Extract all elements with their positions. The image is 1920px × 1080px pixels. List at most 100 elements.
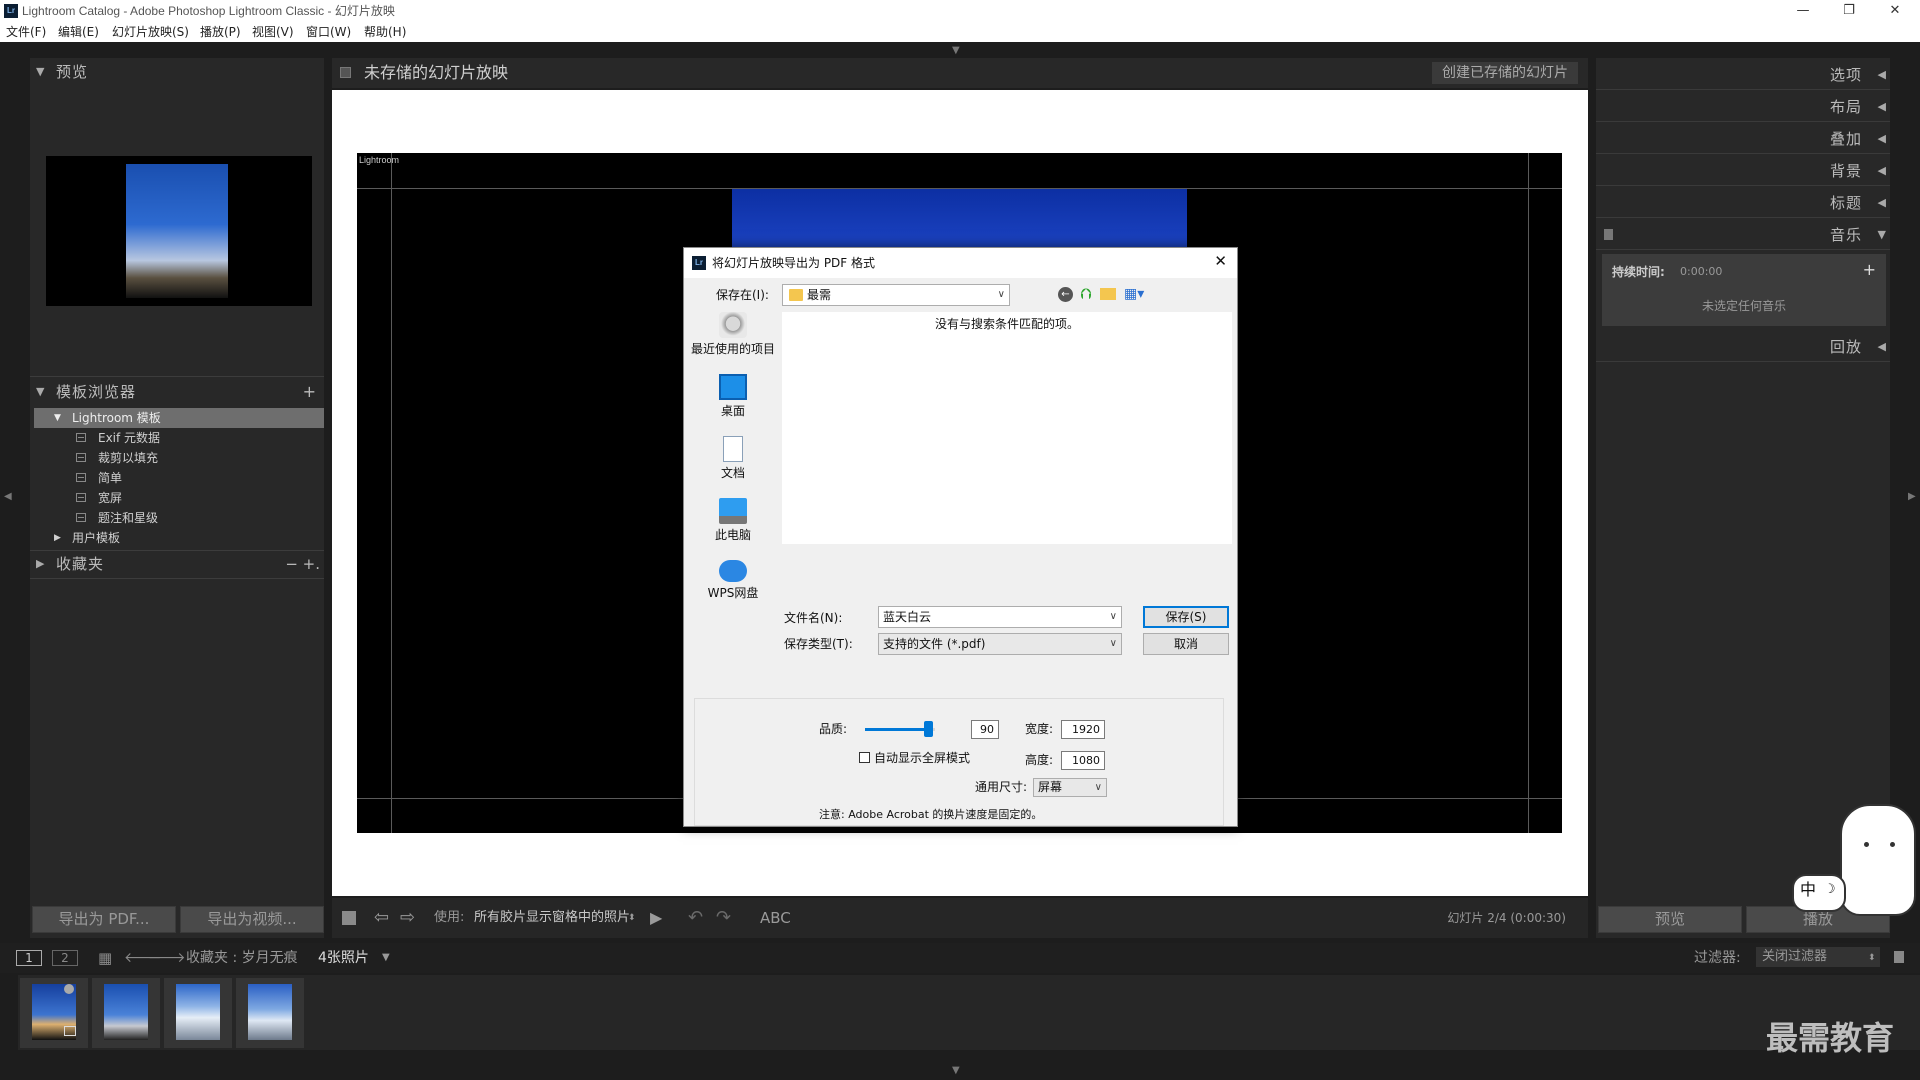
width-input[interactable]: 1920: [1061, 720, 1105, 739]
place-desktop[interactable]: 桌面: [690, 374, 776, 418]
template-folder-user[interactable]: ▶ 用户模板: [34, 528, 324, 548]
add-music-button[interactable]: +: [1863, 260, 1876, 280]
filter-dropdown-icon[interactable]: ⬍: [1868, 949, 1876, 967]
collapse-triangle-icon: ◀: [1877, 132, 1886, 145]
collapse-triangle-icon: ◀: [1877, 68, 1886, 81]
place-wps-cloud[interactable]: WPS网盘: [690, 560, 776, 600]
template-item-simple[interactable]: 简单: [34, 468, 324, 488]
top-panel-toggle-icon[interactable]: ▼: [952, 46, 960, 56]
filmstrip-thumbnail[interactable]: [92, 978, 160, 1048]
close-button[interactable]: ✕: [1872, 0, 1918, 22]
add-collection-button[interactable]: +.: [303, 552, 320, 576]
template-item-caption-rating[interactable]: 题注和星级: [34, 508, 324, 528]
add-template-button[interactable]: +: [303, 380, 316, 404]
template-item-crop-to-fill[interactable]: 裁剪以填充: [34, 448, 324, 468]
menu-play[interactable]: 播放(P): [200, 24, 241, 40]
filmstrip-thumbnail[interactable]: [164, 978, 232, 1048]
back-icon[interactable]: ←: [1058, 287, 1073, 302]
save-in-select[interactable]: 最需 ∨: [782, 284, 1010, 306]
right-panel-toggle-icon[interactable]: ▶: [1908, 492, 1916, 502]
menu-help[interactable]: 帮助(H): [364, 24, 406, 40]
view-menu-icon[interactable]: ▦▾: [1124, 286, 1144, 302]
section-music[interactable]: 音乐 ▼: [1596, 220, 1890, 250]
place-documents[interactable]: 文档: [690, 436, 776, 480]
collections-header[interactable]: ▶ 收藏夹 − +.: [30, 552, 324, 576]
filmstrip-thumbnail[interactable]: [236, 978, 304, 1048]
source-dropdown-icon[interactable]: ▼: [382, 949, 390, 967]
stop-icon[interactable]: [342, 911, 356, 925]
save-button[interactable]: 保存(S): [1143, 606, 1229, 628]
section-titles[interactable]: 标题 ◀: [1596, 188, 1890, 218]
collapse-triangle-icon: ◀: [1877, 340, 1886, 353]
export-video-button[interactable]: 导出为视频...: [180, 906, 324, 933]
previous-slide-icon[interactable]: ⇦: [374, 898, 389, 938]
section-options[interactable]: 选项 ◀: [1596, 60, 1890, 90]
filename-input[interactable]: 蓝天白云 ∨: [878, 606, 1122, 628]
fullscreen-checkbox[interactable]: [859, 752, 870, 763]
recent-items-icon: [719, 312, 747, 338]
dialog-close-button[interactable]: ✕: [1214, 253, 1227, 269]
height-input[interactable]: 1080: [1061, 751, 1105, 770]
photo-count[interactable]: 4张照片: [318, 949, 369, 967]
menu-window[interactable]: 窗口(W): [306, 24, 351, 40]
use-source-select[interactable]: 所有胶片显示窗格中的照片: [474, 898, 630, 938]
menu-file[interactable]: 文件(F): [6, 24, 46, 40]
second-window-button[interactable]: 2: [52, 950, 78, 966]
quality-input[interactable]: 90: [971, 720, 999, 739]
restore-button[interactable]: ❐: [1826, 0, 1872, 22]
preview-button[interactable]: 预览: [1598, 906, 1742, 933]
remove-collection-button[interactable]: −: [285, 552, 298, 576]
export-pdf-button[interactable]: 导出为 PDF...: [32, 906, 176, 933]
section-overlays[interactable]: 叠加 ◀: [1596, 124, 1890, 154]
grid-view-icon[interactable]: ▦: [98, 949, 112, 967]
next-slide-icon[interactable]: ⇨: [400, 898, 415, 938]
place-recent[interactable]: 最近使用的项目: [690, 312, 776, 356]
filmstrip-thumbnail[interactable]: [20, 978, 88, 1048]
menu-edit[interactable]: 编辑(E): [58, 24, 99, 40]
add-text-button[interactable]: ABC: [760, 898, 791, 938]
template-browser-header[interactable]: ▼ 模板浏览器 +: [30, 380, 324, 404]
up-folder-icon[interactable]: ⮉: [1080, 285, 1091, 303]
new-folder-icon[interactable]: [1100, 288, 1116, 300]
filetype-select[interactable]: 支持的文件 (*.pdf) ∨: [878, 633, 1122, 655]
guide-line-right: [1528, 153, 1529, 833]
ime-status-button[interactable]: 中 ☽: [1792, 874, 1846, 912]
section-backdrop[interactable]: 背景 ◀: [1596, 156, 1890, 186]
rotate-left-icon[interactable]: ↶: [688, 898, 703, 938]
slideshow-checkbox-icon[interactable]: [340, 67, 351, 78]
file-list[interactable]: 没有与搜索条件匹配的项。: [782, 312, 1232, 544]
minimize-button[interactable]: —: [1780, 0, 1826, 22]
ime-mascot[interactable]: [1840, 804, 1916, 916]
template-item-widescreen[interactable]: 宽屏: [34, 488, 324, 508]
filter-lock-icon[interactable]: [1894, 951, 1904, 963]
quality-slider[interactable]: [865, 721, 935, 737]
template-item-exif[interactable]: Exif 元数据: [34, 428, 324, 448]
main-window-button[interactable]: 1: [16, 950, 42, 966]
quality-slider-thumb[interactable]: [923, 721, 933, 737]
forward-arrow-icon[interactable]: 🡒: [148, 949, 186, 967]
place-this-pc[interactable]: 此电脑: [690, 498, 776, 542]
common-size-value: 屏幕: [1038, 780, 1063, 794]
menu-view[interactable]: 视图(V): [252, 24, 294, 40]
preview-panel-header[interactable]: ▼ 预览: [30, 60, 324, 84]
thumbnail-image: [176, 984, 220, 1040]
section-playback[interactable]: 回放 ◀: [1596, 332, 1890, 362]
rotate-right-icon[interactable]: ↷: [716, 898, 731, 938]
left-panel-toggle-icon[interactable]: ◀: [4, 492, 12, 502]
guide-line-top: [357, 188, 1562, 189]
section-label: 背景: [1829, 162, 1862, 180]
filmstrip-source[interactable]: 收藏夹 : 岁月无痕: [186, 949, 298, 967]
use-source-dropdown-icon[interactable]: ⬍: [628, 898, 636, 938]
bottom-panel-toggle-icon[interactable]: ▼: [952, 1066, 960, 1076]
create-saved-slideshow-button[interactable]: 创建已存储的幻灯片: [1432, 62, 1578, 84]
filter-select[interactable]: 关闭过滤器: [1756, 947, 1880, 967]
common-size-select[interactable]: 屏幕 ∨: [1033, 778, 1107, 797]
section-layout[interactable]: 布局 ◀: [1596, 92, 1890, 122]
place-label: 此电脑: [714, 528, 751, 542]
play-icon[interactable]: ▶: [650, 898, 662, 938]
menu-slideshow[interactable]: 幻灯片放映(S): [112, 24, 189, 40]
cancel-button[interactable]: 取消: [1143, 633, 1229, 655]
music-toggle-icon[interactable]: [1604, 229, 1613, 240]
template-folder-lightroom[interactable]: ▼ Lightroom 模板: [34, 408, 324, 428]
slide-counter: 幻灯片 2/4 (0:00:30): [1447, 911, 1566, 925]
